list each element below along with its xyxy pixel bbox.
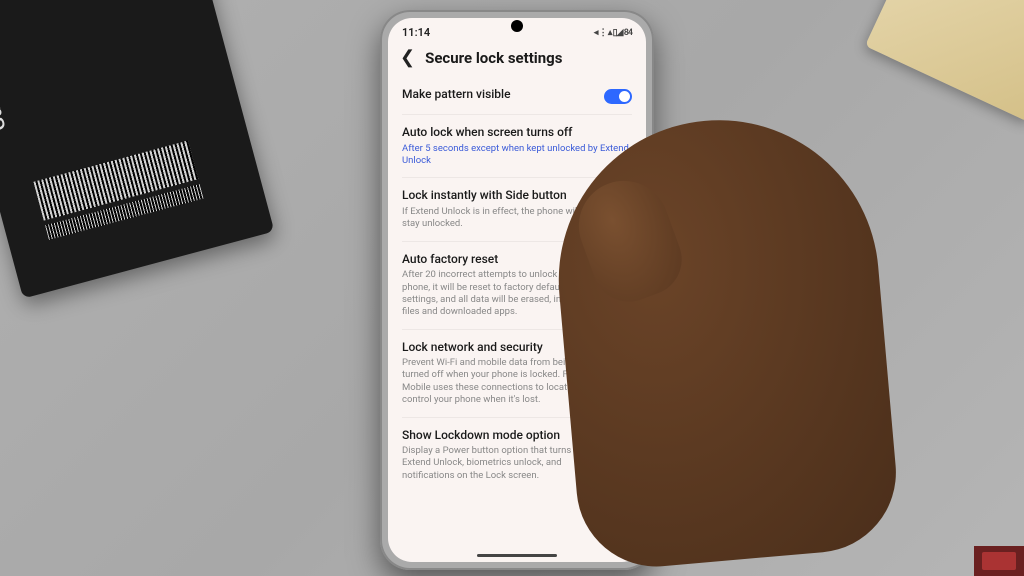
home-indicator[interactable]	[477, 554, 557, 557]
wood-block-prop	[865, 0, 1024, 122]
setting-auto-factory-reset[interactable]: Auto factory reset After 20 incorrect at…	[402, 242, 632, 330]
setting-auto-lock[interactable]: Auto lock when screen turns off After 5 …	[402, 115, 632, 178]
product-box: Galaxy S25 Ultra	[0, 0, 274, 299]
page-title: Secure lock settings	[425, 49, 562, 67]
setting-title: Make pattern visible	[402, 87, 596, 103]
product-box-label: Galaxy S25 Ultra	[0, 0, 11, 134]
watermark-corner	[974, 546, 1024, 576]
setting-desc: Display a Power button option that turns…	[402, 445, 596, 482]
status-icons: ◂ ⋮ ▴ ▯◢ 84	[594, 28, 632, 38]
status-time: 11:14	[402, 26, 430, 39]
setting-lock-instantly-side-button[interactable]: Lock instantly with Side button If Exten…	[402, 178, 632, 241]
setting-desc: Prevent Wi-Fi and mobile data from being…	[402, 357, 596, 406]
setting-title: Auto factory reset	[402, 252, 596, 268]
setting-title: Show Lockdown mode option	[402, 428, 596, 444]
phone-frame: 11:14 ◂ ⋮ ▴ ▯◢ 84 ❮ Secure lock settings…	[380, 10, 654, 570]
setting-title: Lock instantly with Side button	[402, 188, 596, 204]
setting-show-lockdown-mode[interactable]: Show Lockdown mode option Display a Powe…	[402, 418, 632, 493]
back-icon[interactable]: ❮	[400, 49, 415, 67]
setting-title: Auto lock when screen turns off	[402, 125, 632, 141]
scene-background: Galaxy S25 Ultra 11:14 ◂ ⋮ ▴ ▯◢ 84 ❮ Sec…	[0, 0, 1024, 576]
toggle-make-pattern-visible[interactable]	[604, 89, 632, 104]
setting-desc: If Extend Unlock is in effect, the phone…	[402, 206, 596, 231]
toggle-lock-network[interactable]	[604, 342, 632, 357]
settings-list: Make pattern visible Auto lock when scre…	[388, 77, 646, 492]
setting-desc: After 5 seconds except when kept unlocke…	[402, 143, 632, 168]
camera-notch	[511, 20, 523, 32]
page-header: ❮ Secure lock settings	[388, 43, 646, 77]
toggle-lock-instantly[interactable]	[604, 190, 632, 205]
setting-desc: After 20 incorrect attempts to unlock yo…	[402, 269, 596, 318]
phone-screen: 11:14 ◂ ⋮ ▴ ▯◢ 84 ❮ Secure lock settings…	[388, 18, 646, 562]
setting-title: Lock network and security	[402, 340, 596, 356]
setting-make-pattern-visible[interactable]: Make pattern visible	[402, 77, 632, 115]
toggle-show-lockdown[interactable]	[604, 430, 632, 445]
toggle-auto-factory-reset[interactable]	[604, 254, 632, 269]
setting-lock-network-security[interactable]: Lock network and security Prevent Wi-Fi …	[402, 330, 632, 418]
